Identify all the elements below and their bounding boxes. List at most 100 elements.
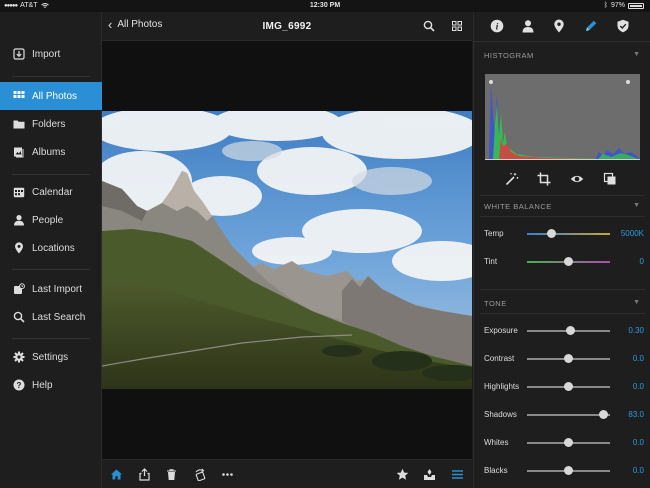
slider-value: 0.30 [628,326,644,335]
slider-row-temp: Temp 5000K [484,227,644,241]
pencil-icon[interactable] [584,19,598,33]
star-icon[interactable] [396,468,409,481]
gear-icon [12,351,25,364]
chevron-down-icon[interactable]: ▼ [633,202,640,209]
copy-settings-icon[interactable] [603,172,617,186]
sidebar-item-label: Albums [32,146,66,158]
photo-title: IMG_6992 [262,21,312,32]
slider-label: Temp [484,229,504,238]
slider-value: 5000K [620,229,644,238]
sidebar-item-label: Calendar [32,186,73,198]
histogram [485,74,640,160]
sidebar-item-label: Help [32,379,53,391]
sidebar-item-albums[interactable]: Albums [0,138,102,166]
grid-icon [12,90,25,103]
photo-viewer[interactable] [102,41,472,459]
album-icon [12,146,25,159]
folder-icon [12,118,25,131]
slider-value: 0.0 [632,438,644,447]
blacks-slider-knob[interactable] [564,466,573,475]
sidebar-divider [12,76,90,77]
chevron-down-icon[interactable]: ▼ [633,51,640,58]
sidebar-item-label: People [32,214,64,226]
sidebar-item-all-photos[interactable]: All Photos [0,82,102,110]
sidebar-item-people[interactable]: People [0,206,102,234]
crop-icon[interactable] [537,172,551,186]
sidebar-item-locations[interactable]: Locations [0,234,102,262]
slider-value: 0.0 [632,354,644,363]
sidebar-item-calendar[interactable]: Calendar [0,178,102,206]
info-icon[interactable]: i [490,19,504,33]
auto-enhance-icon[interactable] [505,172,519,186]
pin-icon[interactable] [552,19,566,33]
grid-view-icon[interactable] [451,20,463,32]
panel-tabs: i [474,12,650,42]
section-divider [480,195,645,196]
shield-icon[interactable] [616,19,630,33]
whites-slider-knob[interactable] [564,438,573,447]
sidebar-item-label: All Photos [32,90,78,102]
slider-row-exposure: Exposure 0.30 [484,324,644,338]
sidebar: Import All Photos Folders Albums Calenda… [0,12,102,488]
shadows-slider-knob[interactable] [598,410,608,419]
chevron-down-icon[interactable]: ▼ [633,299,640,306]
calendar-icon [12,186,25,199]
slider-value: 0.0 [632,382,644,391]
status-bar: ●●●●● AT&T 12:30 PM ᛒ 97% [0,0,650,12]
home-icon[interactable] [110,468,123,481]
slider-row-shadows: Shadows 83.0 [484,408,644,422]
more-icon[interactable] [221,468,234,481]
person-icon [12,214,25,227]
temp-slider-knob[interactable] [547,229,557,238]
photo-image[interactable] [102,111,472,389]
share-icon[interactable] [138,468,151,481]
slider-row-blacks: Blacks 0.0 [484,464,644,478]
sidebar-item-label: Folders [32,118,66,130]
rotate-icon[interactable] [194,468,207,481]
sidebar-item-import[interactable]: Import [0,40,102,68]
sidebar-item-last-import[interactable]: Last Import [0,275,102,303]
section-divider [480,289,645,290]
search-icon[interactable] [423,20,435,32]
battery-percent: 97% [610,2,625,9]
sidebar-item-label: Settings [32,351,69,363]
app-window: ●●●●● AT&T 12:30 PM ᛒ 97% Import All Pho… [0,0,650,488]
sidebar-item-label: Last Search [32,311,86,323]
shadows-slider-track[interactable] [527,414,610,416]
temp-slider-track[interactable] [527,233,610,235]
contrast-slider-knob[interactable] [564,354,573,363]
edit-panel: i HISTOGRAM ▼ WHITE BALANCE ▼ Temp 5000K… [473,12,650,488]
slider-row-contrast: Contrast 0.0 [484,352,644,366]
slider-value: 0.0 [632,466,644,475]
sidebar-divider [12,338,90,339]
battery-icon [628,2,644,9]
sidebar-item-last-search[interactable]: Last Search [0,303,102,331]
last-import-icon [12,283,25,296]
highlights-slider-knob[interactable] [564,382,573,391]
bluetooth-icon: ᛒ [603,2,608,9]
white-balance-title: WHITE BALANCE [484,202,552,211]
slider-label: Blacks [484,466,508,475]
sidebar-divider [12,174,90,175]
trash-icon[interactable] [165,468,178,481]
status-time: 12:30 PM [309,2,341,9]
exposure-slider-knob[interactable] [565,326,575,335]
tint-slider-knob[interactable] [564,257,573,266]
eye-icon[interactable] [570,172,584,186]
slider-label: Whites [484,438,509,447]
slider-row-whites: Whites 0.0 [484,436,644,450]
slider-label: Highlights [484,382,520,391]
flag-tray-icon[interactable] [423,468,436,481]
sidebar-item-help[interactable]: ? Help [0,371,102,399]
sidebar-item-label: Import [32,48,61,60]
person-icon[interactable] [521,19,535,33]
pin-icon [12,242,25,255]
tone-title: TONE [484,299,507,308]
sidebar-item-settings[interactable]: Settings [0,343,102,371]
slider-row-highlights: Highlights 0.0 [484,380,644,394]
help-icon: ? [12,379,25,392]
section-divider [480,313,645,314]
sidebar-item-folders[interactable]: Folders [0,110,102,138]
slider-label: Tint [484,257,498,266]
adjustments-icon[interactable] [451,468,464,481]
